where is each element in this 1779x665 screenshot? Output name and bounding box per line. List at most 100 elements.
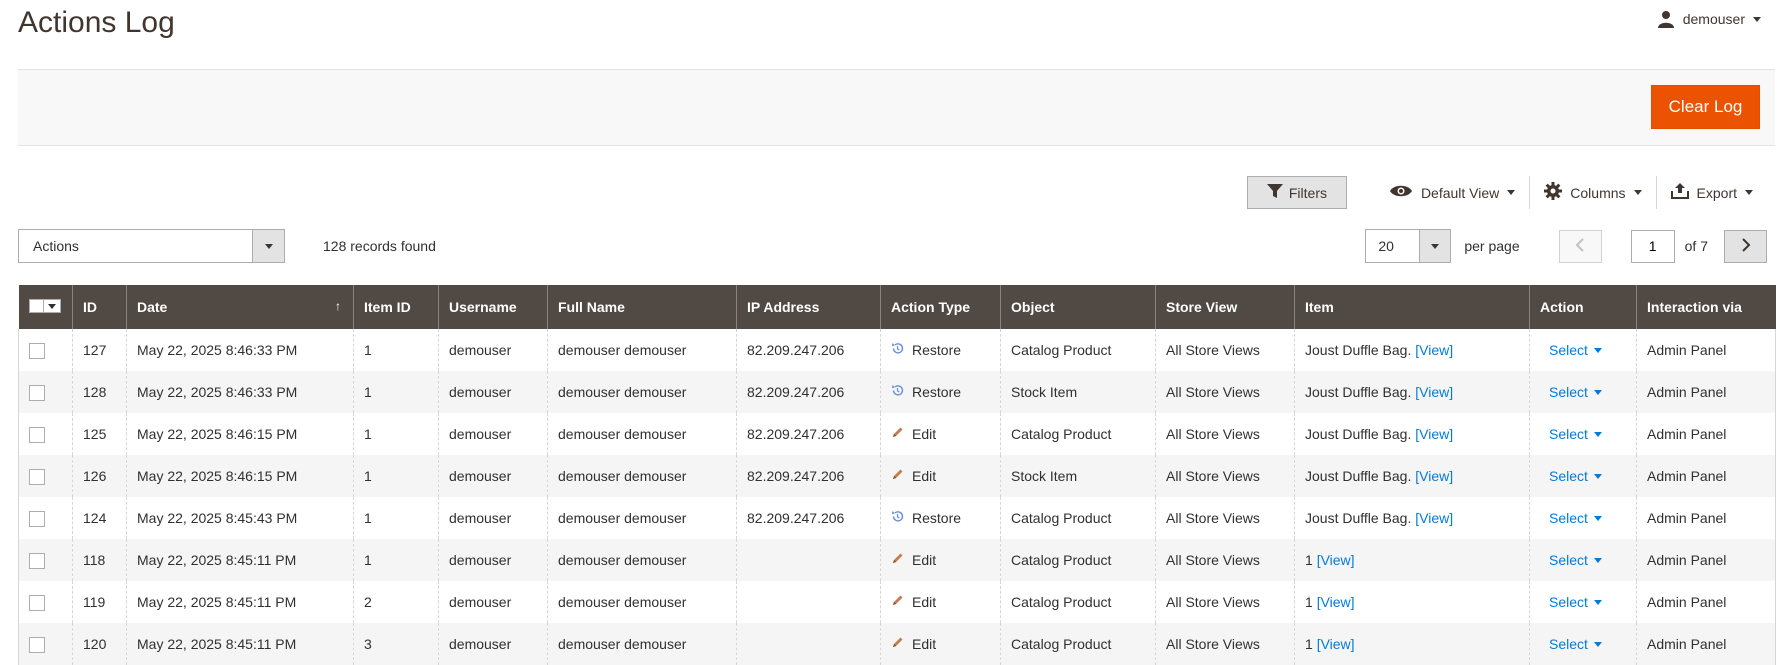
row-checkbox[interactable] <box>29 552 45 569</box>
cell-action: Select <box>1529 371 1637 413</box>
row-checkbox[interactable] <box>29 636 45 653</box>
cell-date: May 22, 2025 8:46:15 PM <box>126 455 354 497</box>
current-page-input[interactable] <box>1630 229 1675 263</box>
row-checkbox[interactable] <box>29 426 45 443</box>
row-action-label: Select <box>1549 468 1588 484</box>
cell-interaction-via: Admin Panel <box>1636 455 1776 497</box>
cell-ip-address <box>736 623 881 665</box>
cell-id: 125 <box>72 413 127 455</box>
previous-page-button[interactable] <box>1558 229 1602 263</box>
cell-item-id: 1 <box>353 455 439 497</box>
row-checkbox[interactable] <box>29 468 45 485</box>
row-action-select[interactable]: Select <box>1549 636 1602 652</box>
restore-icon <box>891 510 904 526</box>
row-action-select[interactable]: Select <box>1549 510 1602 526</box>
column-header-store-view[interactable]: Store View <box>1155 285 1295 329</box>
cell-object: Catalog Product <box>1000 539 1156 581</box>
mass-actions-select[interactable]: Actions <box>18 229 285 263</box>
mass-actions-label: Actions <box>33 238 79 254</box>
column-header-object[interactable]: Object <box>1000 285 1156 329</box>
action-type-label: Restore <box>912 384 962 400</box>
column-header-id[interactable]: ID <box>72 285 127 329</box>
export-dropdown[interactable]: Export <box>1657 176 1767 209</box>
cell-full-name: demouser demouser <box>547 539 737 581</box>
cell-id: 124 <box>72 497 127 539</box>
clear-log-button[interactable]: Clear Log <box>1651 85 1760 129</box>
chevron-down-icon <box>252 230 284 262</box>
chevron-down-icon <box>1507 190 1516 195</box>
filters-button[interactable]: Filters <box>1246 176 1347 209</box>
row-select-cell <box>18 623 73 665</box>
view-item-link[interactable]: [View] <box>1317 636 1355 652</box>
default-view-dropdown[interactable]: Default View <box>1375 176 1529 209</box>
username-label: demouser <box>1682 11 1745 27</box>
cell-full-name: demouser demouser <box>547 371 737 413</box>
sort-ascending-icon: ↑ <box>335 299 341 313</box>
column-header-full-name[interactable]: Full Name <box>547 285 737 329</box>
view-item-link[interactable]: [View] <box>1415 468 1453 484</box>
view-item-link[interactable]: [View] <box>1415 510 1453 526</box>
chevron-down-icon <box>1593 389 1602 395</box>
cell-ip-address <box>736 581 881 623</box>
cell-store-view: All Store Views <box>1155 539 1295 581</box>
column-header-item-id[interactable]: Item ID <box>353 285 439 329</box>
row-action-select[interactable]: Select <box>1549 426 1602 442</box>
gear-icon <box>1544 182 1563 203</box>
row-action-select[interactable]: Select <box>1549 468 1602 484</box>
eye-icon <box>1389 184 1413 201</box>
row-select-cell <box>18 329 73 371</box>
row-checkbox[interactable] <box>29 384 45 401</box>
chevron-down-icon <box>1753 16 1761 22</box>
user-account-menu[interactable]: demouser <box>1657 10 1761 28</box>
column-header-ip-address[interactable]: IP Address <box>736 285 881 329</box>
row-action-select[interactable]: Select <box>1549 342 1602 358</box>
restore-icon <box>891 342 904 358</box>
cell-item: Joust Duffle Bag. [View] <box>1294 413 1530 455</box>
table-row: 125 May 22, 2025 8:46:15 PM 1 demouser demou… <box>18 413 1776 455</box>
column-header-action-type[interactable]: Action Type <box>880 285 1001 329</box>
view-item-link[interactable]: [View] <box>1415 426 1453 442</box>
column-header-date[interactable]: Date ↑ <box>126 285 354 329</box>
cell-action: Select <box>1529 623 1637 665</box>
cell-id: 120 <box>72 623 127 665</box>
row-action-label: Select <box>1549 342 1588 358</box>
row-checkbox[interactable] <box>29 510 45 527</box>
cell-item: Joust Duffle Bag. [View] <box>1294 371 1530 413</box>
pencil-icon <box>891 636 904 652</box>
cell-store-view: All Store Views <box>1155 413 1295 455</box>
row-checkbox[interactable] <box>29 342 45 359</box>
row-action-label: Select <box>1549 426 1588 442</box>
next-page-button[interactable] <box>1724 229 1767 263</box>
columns-dropdown[interactable]: Columns <box>1530 176 1655 209</box>
row-checkbox[interactable] <box>29 594 45 611</box>
row-action-select[interactable]: Select <box>1549 552 1602 568</box>
cell-full-name: demouser demouser <box>547 581 737 623</box>
restore-icon <box>891 384 904 400</box>
column-header-username[interactable]: Username <box>438 285 548 329</box>
view-item-link[interactable]: [View] <box>1415 384 1453 400</box>
per-page-select[interactable]: 20 <box>1365 229 1452 263</box>
row-action-label: Select <box>1549 552 1588 568</box>
column-header-item[interactable]: Item <box>1294 285 1530 329</box>
cell-action-type: Edit <box>880 539 1001 581</box>
cell-object: Catalog Product <box>1000 623 1156 665</box>
column-header-date-label: Date <box>137 299 168 315</box>
cell-ip-address: 82.209.247.206 <box>736 329 881 371</box>
view-item-link[interactable]: [View] <box>1415 342 1453 358</box>
cell-item: 1 [View] <box>1294 623 1530 665</box>
view-item-link[interactable]: [View] <box>1317 594 1355 610</box>
column-header-interaction-via[interactable]: Interaction via <box>1636 285 1776 329</box>
user-icon <box>1657 10 1675 28</box>
actions-log-grid: ID Date ↑ Item ID Username Full Name IP A… <box>18 285 1776 665</box>
cell-action: Select <box>1529 329 1637 371</box>
mass-select-checkbox[interactable] <box>28 299 61 313</box>
row-action-select[interactable]: Select <box>1549 594 1602 610</box>
action-type-label: Restore <box>912 342 962 358</box>
item-text: Joust Duffle Bag. <box>1305 510 1412 526</box>
chevron-down-icon <box>1593 641 1602 647</box>
action-type-label: Restore <box>912 510 962 526</box>
page-title: Actions Log <box>18 6 175 39</box>
row-action-select[interactable]: Select <box>1549 384 1602 400</box>
view-item-link[interactable]: [View] <box>1317 552 1355 568</box>
cell-full-name: demouser demouser <box>547 623 737 665</box>
